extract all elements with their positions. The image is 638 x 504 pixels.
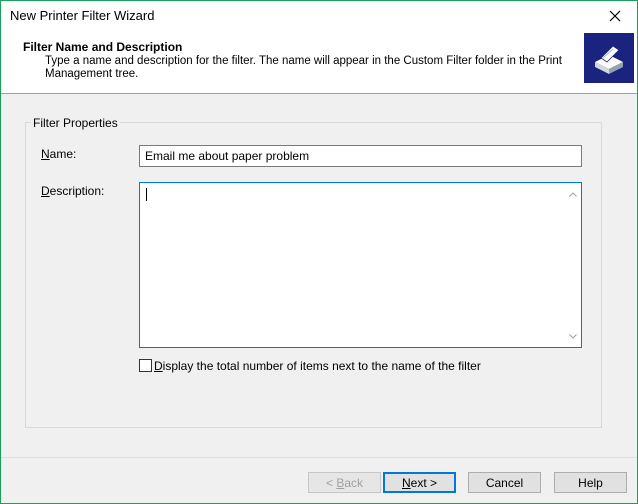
description-textarea[interactable]	[139, 182, 582, 348]
help-button[interactable]: Help	[554, 472, 627, 493]
description-label-mnemonic: D	[41, 184, 50, 198]
back-button[interactable]: < Back	[308, 472, 381, 493]
display-count-mnemonic: D	[154, 359, 163, 373]
wizard-header: Filter Name and Description Type a name …	[1, 31, 637, 94]
close-button[interactable]	[593, 1, 637, 31]
back-prefix: <	[325, 475, 337, 490]
description-label-text: escription:	[49, 184, 105, 198]
next-button[interactable]: Next >	[383, 472, 456, 493]
scroll-up-arrow[interactable]	[568, 189, 578, 199]
display-count-label[interactable]: Display the total number of items next t…	[154, 359, 481, 373]
chevron-up-icon	[569, 191, 577, 197]
name-input[interactable]: Email me about paper problem	[139, 145, 582, 167]
printer-icon	[584, 33, 634, 83]
next-text: ext >	[410, 475, 438, 490]
display-count-text: isplay the total number of items next to…	[162, 359, 481, 373]
footer-divider	[1, 457, 637, 458]
name-label-mnemonic: N	[41, 147, 50, 161]
cancel-button[interactable]: Cancel	[468, 472, 541, 493]
back-text: ack	[344, 475, 364, 490]
description-label: Description:	[41, 184, 104, 198]
page-description: Type a name and description for the filt…	[45, 55, 562, 80]
back-mnemonic: B	[336, 475, 345, 490]
wizard-window: New Printer Filter Wizard Filter Name an…	[0, 0, 638, 504]
display-count-checkbox[interactable]	[139, 359, 152, 372]
text-caret	[146, 188, 147, 201]
page-title: Filter Name and Description	[23, 40, 183, 54]
close-icon	[609, 10, 621, 22]
window-title: New Printer Filter Wizard	[10, 8, 155, 23]
title-bar[interactable]: New Printer Filter Wizard	[1, 1, 637, 31]
name-label-text: ame:	[49, 147, 77, 161]
next-mnemonic: N	[401, 475, 411, 490]
chevron-down-icon	[569, 333, 577, 339]
scroll-down-arrow[interactable]	[568, 331, 578, 341]
group-legend: Filter Properties	[31, 116, 120, 130]
name-label: Name:	[41, 147, 76, 161]
